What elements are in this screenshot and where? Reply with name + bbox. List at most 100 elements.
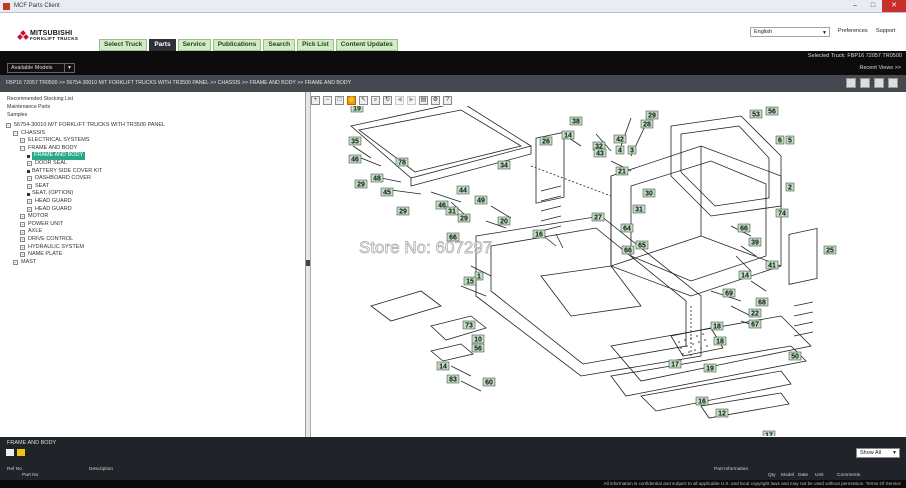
part-callout[interactable]: 31	[445, 206, 459, 216]
part-callout[interactable]: 68	[755, 297, 769, 307]
part-callout[interactable]: 41	[765, 260, 779, 270]
expand-icon[interactable]: +	[20, 214, 25, 220]
col-part-no[interactable]: Part No	[22, 473, 38, 478]
recent-views-link[interactable]: Recent Views >>	[860, 65, 901, 71]
settings-icon[interactable]: ⚙	[431, 96, 440, 105]
part-callout[interactable]: 2	[785, 182, 795, 192]
maximize-button[interactable]: □	[864, 0, 882, 12]
tree-node[interactable]: + SEAT	[6, 183, 165, 191]
expand-icon[interactable]: +	[13, 259, 18, 265]
part-callout[interactable]: 66	[621, 245, 635, 255]
part-callout[interactable]: 3	[627, 145, 637, 155]
tree-node[interactable]: + POWER UNIT	[6, 221, 165, 229]
part-callout[interactable]: 35	[348, 136, 362, 146]
breadcrumb[interactable]: FBP16 72057 TR0500 >> 56754-30010 M/T FO…	[6, 80, 351, 86]
comment-icon[interactable]	[6, 449, 14, 456]
available-models-select[interactable]: Available Models ▼	[7, 63, 75, 73]
expand-icon[interactable]: +	[27, 184, 32, 190]
magnify-icon[interactable]: ⌕	[371, 96, 380, 105]
minimize-button[interactable]: –	[846, 0, 864, 12]
exploded-parts-diagram[interactable]: 19354629487829453438144232282943 4 3213126…	[311, 106, 906, 436]
part-callout[interactable]: 22	[748, 308, 762, 318]
part-callout[interactable]: 38	[569, 116, 583, 126]
tree-node[interactable]: SEAT, (OPTION)	[6, 190, 165, 198]
tab-content-updates[interactable]: Content Updates	[335, 39, 398, 51]
tree-node[interactable]: FRAME AND BODY	[6, 152, 165, 160]
tab-select-truck[interactable]: Select Truck	[99, 39, 148, 51]
tree-node[interactable]: + HEAD GUARD	[6, 198, 165, 206]
close-button[interactable]: ✕	[882, 0, 906, 12]
collapse-icon[interactable]: −	[6, 123, 11, 129]
select-icon[interactable]: ↖	[359, 96, 368, 105]
part-callout[interactable]: 15	[463, 276, 477, 286]
tree-node[interactable]: + DASHBOARD COVER	[6, 175, 165, 183]
col-comments[interactable]: Comments	[837, 473, 860, 478]
collapse-handle-icon[interactable]	[306, 260, 310, 266]
part-callout[interactable]: 14	[738, 270, 752, 280]
tab-pick-list[interactable]: Pick List	[297, 39, 334, 51]
part-callout[interactable]: 65	[635, 240, 649, 250]
part-callout[interactable]: 29	[396, 206, 410, 216]
col-ref-no[interactable]: Ref No	[7, 467, 22, 472]
quick-link[interactable]: Maintenance Parts	[7, 103, 73, 111]
part-callout[interactable]: 29	[645, 110, 659, 120]
part-callout[interactable]: 19	[703, 363, 717, 373]
part-callout[interactable]: 14	[436, 361, 450, 371]
tree-node[interactable]: + HEAD GUARD	[6, 206, 165, 214]
tree-node[interactable]: + MOTOR	[6, 213, 165, 221]
part-callout[interactable]: 42	[613, 134, 627, 144]
col-date[interactable]: Date	[798, 473, 808, 478]
part-callout[interactable]: 39	[748, 237, 762, 247]
part-callout[interactable]: 66	[737, 223, 751, 233]
part-callout[interactable]: 53	[749, 109, 763, 119]
part-callout[interactable]: 83	[446, 374, 460, 384]
expand-icon[interactable]: +	[27, 161, 32, 167]
tree-node[interactable]: + DRIVE CONTROL	[6, 236, 165, 244]
part-callout[interactable]: 4	[615, 145, 625, 155]
expand-icon[interactable]: +	[20, 138, 25, 144]
part-callout[interactable]: 18	[713, 336, 727, 346]
support-link[interactable]: Support	[876, 28, 895, 34]
part-callout[interactable]: 17	[668, 359, 682, 369]
part-callout[interactable]: 69	[722, 288, 736, 298]
fullscreen-icon[interactable]	[888, 78, 898, 88]
part-callout[interactable]: 27	[591, 212, 605, 222]
part-callout[interactable]: 60	[482, 377, 496, 387]
part-callout[interactable]: 14	[561, 130, 575, 140]
part-callout[interactable]: 78	[395, 157, 409, 167]
expand-icon[interactable]: +	[27, 206, 32, 212]
part-callout[interactable]: 26	[539, 136, 553, 146]
part-callout[interactable]: 6	[775, 135, 785, 145]
expand-icon[interactable]: +	[20, 244, 25, 250]
tree-node[interactable]: BATTERY SIDE COVER KIT	[6, 168, 165, 176]
part-callout[interactable]: 46	[348, 154, 362, 164]
pan-hand-icon[interactable]: ✋	[347, 96, 356, 105]
part-callout[interactable]: 56	[471, 343, 485, 353]
expand-icon[interactable]: +	[20, 222, 25, 228]
tab-search[interactable]: Search	[263, 39, 296, 51]
part-callout[interactable]: 64	[620, 223, 634, 233]
tree-node[interactable]: + NAME PLATE	[6, 251, 165, 259]
part-callout[interactable]: 48	[370, 173, 384, 183]
show-all-select[interactable]: Show All ▼	[856, 448, 900, 458]
list-view-icon[interactable]	[846, 78, 856, 88]
expand-icon[interactable]: +	[27, 199, 32, 205]
col-part-information[interactable]: Part Information	[714, 467, 748, 472]
refresh-icon[interactable]: ↻	[383, 96, 392, 105]
zoom-out-icon[interactable]: −	[323, 96, 332, 105]
part-callout[interactable]: 5	[785, 135, 795, 145]
tab-publications[interactable]: Publications	[212, 39, 262, 51]
expand-icon[interactable]: +	[20, 229, 25, 235]
tree-node[interactable]: + HYDRAULIC SYSTEM	[6, 244, 165, 252]
part-callout[interactable]: 29	[457, 213, 471, 223]
print-icon[interactable]	[860, 78, 870, 88]
note-icon[interactable]	[17, 449, 25, 456]
part-callout[interactable]: 21	[615, 166, 629, 176]
tree-node[interactable]: + MAST	[6, 259, 165, 267]
quick-link[interactable]: Samples	[7, 111, 73, 119]
part-callout[interactable]: 43	[593, 148, 607, 158]
expand-icon[interactable]: +	[20, 237, 25, 243]
part-callout[interactable]: 29	[354, 179, 368, 189]
part-callout[interactable]: 30	[642, 188, 656, 198]
next-icon[interactable]: ▶	[407, 96, 416, 105]
